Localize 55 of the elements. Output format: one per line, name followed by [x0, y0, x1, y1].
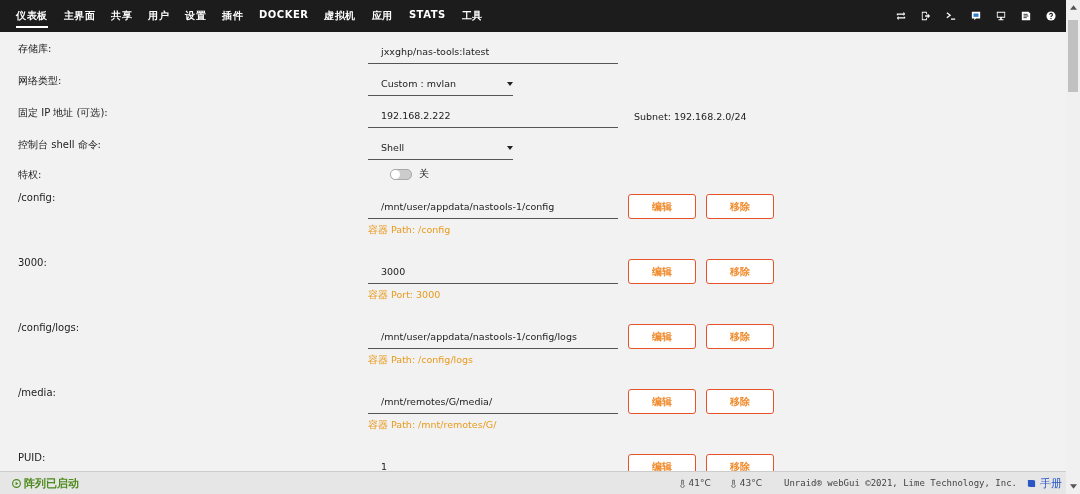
nav-tab[interactable]: 虚拟机	[324, 4, 356, 28]
dropdown[interactable]: Custom : mvlan	[368, 72, 513, 96]
field-label: /config/logs:	[18, 322, 80, 333]
swap-icon[interactable]	[896, 11, 906, 21]
nav-tab[interactable]: 设置	[185, 4, 206, 28]
message-icon[interactable]	[971, 11, 981, 21]
nav-tab[interactable]: 用户	[148, 4, 169, 28]
nav-tab[interactable]: 主界面	[63, 4, 95, 28]
nav-tab[interactable]: 插件	[222, 4, 243, 28]
nav-tab[interactable]: 工具	[461, 4, 483, 28]
field-label: 特权:	[18, 169, 42, 180]
field-label: /config:	[18, 192, 56, 203]
scroll-thumb[interactable]	[1068, 20, 1078, 92]
field-label: /media:	[18, 387, 56, 398]
toggle-switch[interactable]	[390, 169, 412, 180]
field-label: 3000:	[18, 257, 47, 268]
nav-tab[interactable]: 仪表板	[16, 4, 48, 28]
manual-link[interactable]: 手册	[1040, 475, 1062, 491]
notes-icon[interactable]	[1021, 11, 1031, 21]
toggle-state: 关	[419, 168, 429, 181]
input-field[interactable]: /mnt/user/appdata/nastools-1/config/logs	[368, 324, 618, 349]
nav-tab[interactable]: 应用	[371, 4, 393, 28]
input-field[interactable]: 192.168.2.222	[368, 104, 618, 128]
subnet-note: Subnet: 192.168.2.0/24	[634, 110, 747, 122]
copyright-text: Unraid® webGui ©2021, Lime Technology, Inc.	[784, 478, 1017, 488]
field-label: 控制台 shell 命令:	[18, 139, 101, 150]
input-field[interactable]: /mnt/user/appdata/nastools-1/config	[368, 194, 618, 219]
nav-tab[interactable]: STATS	[408, 4, 446, 28]
monitor-icon[interactable]	[996, 11, 1006, 21]
temperature: 41°C	[688, 478, 711, 488]
field-label: 网络类型:	[18, 75, 62, 86]
input-field[interactable]: /mnt/remotes/G/media/	[368, 389, 618, 414]
container-path-hint: 容器 Path: /config/logs	[368, 354, 474, 367]
input-field[interactable]: 3000	[368, 259, 618, 284]
container-path-hint: 容器 Path: /mnt/remotes/G/	[368, 419, 498, 432]
play-icon	[12, 478, 21, 488]
scroll-up-icon[interactable]	[1069, 5, 1077, 10]
field-label: PUID:	[18, 452, 46, 463]
temperature: 43°C	[739, 478, 762, 488]
logout-icon[interactable]	[921, 11, 931, 21]
terminal-icon[interactable]	[946, 11, 956, 21]
nav-tab[interactable]: 共享	[111, 4, 132, 28]
container-path-hint: 容器 Path: /config	[368, 224, 452, 237]
caret-icon	[507, 81, 513, 86]
container-path-hint: 容器 Port: 3000	[368, 289, 442, 302]
field-label: 存储库:	[18, 43, 52, 54]
help-icon[interactable]	[1046, 11, 1056, 21]
dropdown[interactable]: Shell	[368, 136, 513, 160]
field-label: 固定 IP 地址 (可选):	[18, 107, 108, 118]
caret-icon	[507, 145, 513, 150]
scroll-down-icon[interactable]	[1069, 484, 1077, 489]
scrollbar[interactable]	[1066, 0, 1080, 494]
array-status: 阵列已启动	[24, 475, 79, 491]
nav-tab[interactable]: DOCKER	[259, 4, 309, 28]
input-field[interactable]: jxxghp/nas-tools:latest	[368, 40, 618, 64]
